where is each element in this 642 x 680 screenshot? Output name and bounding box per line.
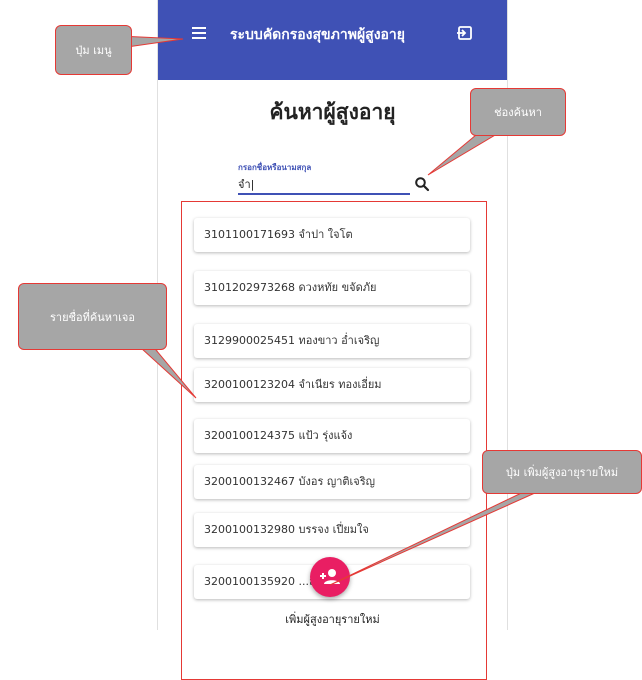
callout-results: รายชื่อที่ค้นหาเจอ (18, 283, 167, 350)
page-title: ค้นหาผู้สูงอายุ (269, 100, 396, 124)
callout-add: ปุ่ม เพิ่มผู้สูงอายุรายใหม่ (482, 450, 642, 494)
search-label: กรอกชื่อหรือนามสกุล (238, 163, 312, 172)
menu-icon[interactable] (192, 27, 206, 39)
callout-menu: ปุ่ม เมนู (55, 25, 132, 75)
search-input[interactable] (238, 175, 410, 195)
app-bar: ระบบคัดกรองสุขภาพผู้สูงอายุ (158, 0, 507, 80)
app-title: ระบบคัดกรองสุขภาพผู้สูงอายุ (230, 27, 405, 43)
callout-search: ช่องค้นหา (470, 88, 566, 136)
results-highlight-box (181, 201, 487, 680)
exit-icon[interactable] (456, 24, 474, 42)
search-icon[interactable] (414, 176, 430, 192)
